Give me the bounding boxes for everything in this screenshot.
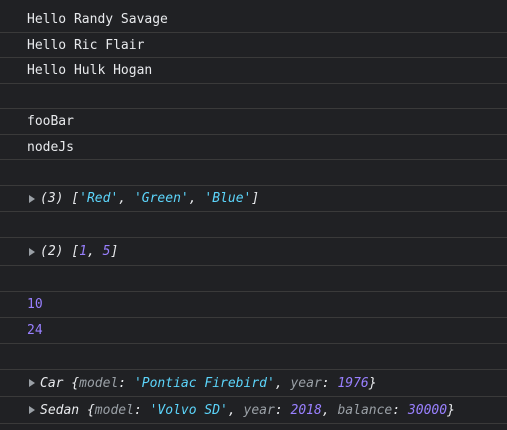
object-class-name: Sedan (40, 402, 80, 418)
console-message: Hello Hulk Hogan (0, 58, 507, 84)
console-message: Hello Ric Flair (0, 33, 507, 58)
log-text: Hello Hulk Hogan (27, 63, 153, 78)
console-message: Hello Randy Savage (0, 7, 507, 33)
array-length: (2) (40, 244, 64, 259)
expand-triangle-icon[interactable] (29, 406, 35, 414)
colon: : (321, 375, 338, 391)
console-message-array: (3) [ 'Red' , 'Green' , 'Blue' ] (0, 186, 507, 212)
log-number: 10 (27, 297, 43, 312)
colon: : (118, 375, 134, 391)
array-item: 'Green' (133, 191, 189, 206)
expandable-object[interactable]: Sedan { model : 'Volvo SD' , year : 2018… (0, 403, 455, 418)
array-item: 5 (102, 244, 111, 259)
array-close-bracket: ] (110, 244, 119, 259)
object-key: year (290, 375, 322, 391)
log-text: nodeJs (27, 139, 74, 155)
console-message: fooBar (0, 109, 507, 135)
console-message-number: 24 (0, 318, 507, 344)
console-message-empty (0, 84, 507, 109)
separator: , (227, 402, 244, 418)
brace-open: { (63, 375, 80, 391)
console-message-array: (2) [ 1 , 5 ] (0, 238, 507, 266)
expand-triangle-icon[interactable] (29, 194, 35, 203)
object-key: model (94, 402, 134, 418)
console-message-object: Car { model : 'Pontiac Firebird' , year … (0, 370, 507, 397)
object-value: 'Pontiac Firebird' (133, 375, 275, 391)
console-message-empty (0, 160, 507, 186)
array-close-bracket: ] (251, 191, 260, 206)
log-text: fooBar (27, 114, 74, 129)
array-open-bracket: [ (71, 244, 80, 259)
object-value: 30000 (407, 402, 448, 418)
separator: , (274, 375, 291, 391)
separator: , (188, 191, 205, 206)
colon: : (274, 402, 291, 418)
separator: , (321, 402, 338, 418)
brace-close: } (447, 402, 455, 418)
object-key: balance (337, 402, 393, 418)
object-key: year (243, 402, 275, 418)
console-panel: Hello Randy Savage Hello Ric Flair Hello… (0, 0, 507, 430)
expandable-array[interactable]: (3) [ 'Red' , 'Green' , 'Blue' ] (0, 191, 259, 206)
colon: : (392, 402, 408, 418)
console-message-empty (0, 212, 507, 238)
array-item: 'Blue' (204, 191, 252, 206)
separator: , (86, 244, 103, 259)
console-message-number: 10 (0, 292, 507, 318)
object-value: 1976 (337, 375, 369, 391)
object-value: 2018 (290, 402, 322, 418)
log-number: 24 (27, 323, 43, 338)
expandable-object[interactable]: Car { model : 'Pontiac Firebird' , year … (0, 376, 377, 391)
log-text: Hello Randy Savage (27, 12, 168, 27)
brace-open: { (79, 402, 95, 418)
expand-triangle-icon[interactable] (29, 247, 35, 256)
brace-close: } (368, 375, 377, 391)
array-open-bracket: [ (71, 191, 80, 206)
expand-triangle-icon[interactable] (29, 379, 35, 387)
expandable-array[interactable]: (2) [ 1 , 5 ] (0, 244, 118, 259)
separator: , (118, 191, 134, 206)
console-message-empty (0, 266, 507, 292)
array-item: 'Red' (79, 191, 119, 206)
array-length: (3) (40, 191, 64, 206)
console-message-object: Sedan { model : 'Volvo SD' , year : 2018… (0, 397, 507, 424)
object-value: 'Volvo SD' (149, 402, 228, 418)
colon: : (133, 402, 150, 418)
console-message-empty (0, 344, 507, 370)
array-item: 1 (79, 244, 87, 259)
object-class-name: Car (40, 375, 64, 391)
console-message: nodeJs (0, 135, 507, 160)
log-text: Hello Ric Flair (27, 37, 145, 53)
object-key: model (79, 375, 119, 391)
